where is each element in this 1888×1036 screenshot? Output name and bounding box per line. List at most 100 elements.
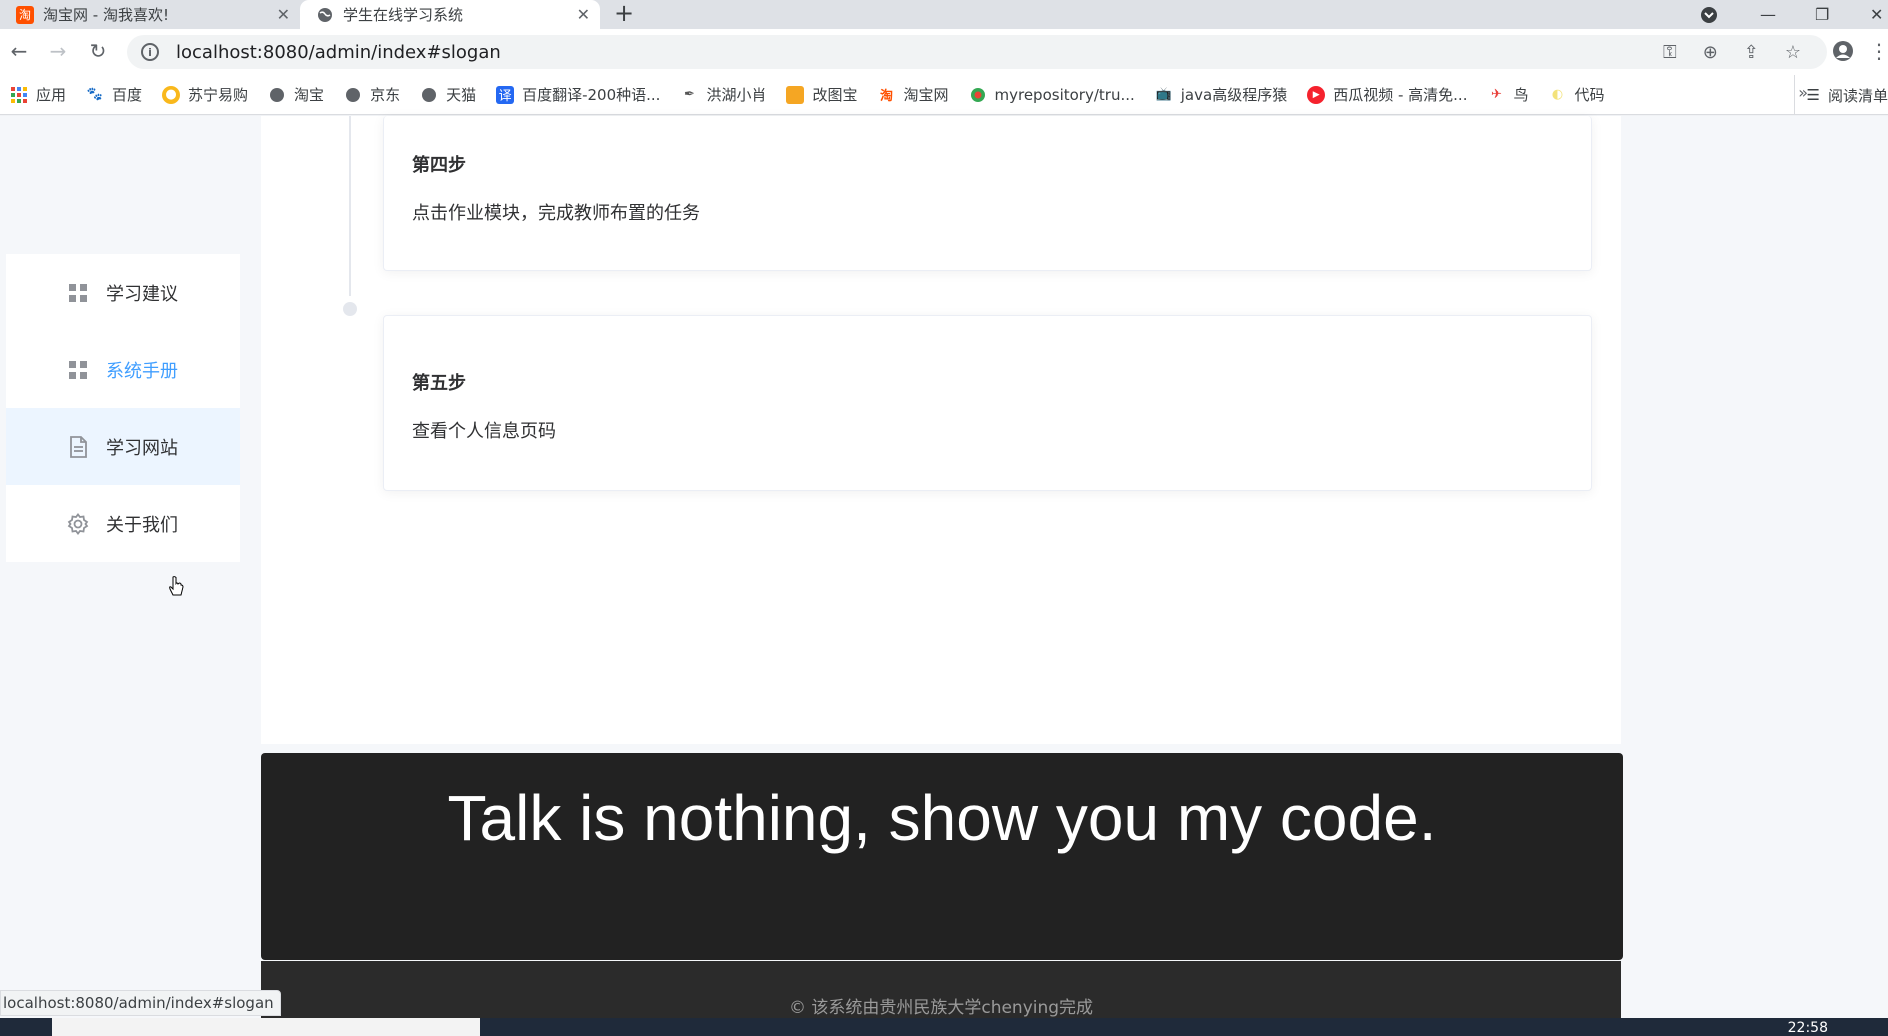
bookmark-myrepository[interactable]: myrepository/tru... [969, 86, 1135, 104]
bookmark-label: 应用 [36, 86, 67, 104]
timeline-card-step5: 第五步 查看个人信息页码 [383, 315, 1592, 491]
globe-icon [344, 86, 362, 104]
sidebar-item-about-us[interactable]: 关于我们 [6, 485, 240, 562]
sidebar-menu: 学习建议 系统手册 学习网站 关于我们 [6, 254, 240, 562]
bookmark-gaitubao[interactable]: 改图宝 [786, 84, 857, 105]
bookmark-label: 苏宁易购 [188, 86, 249, 104]
reading-list-label: 阅读清单 [1827, 86, 1888, 105]
document-icon [66, 435, 90, 459]
bookmark-bird[interactable]: ✈ 鸟 [1487, 84, 1528, 105]
page-content: 学习建议 系统手册 学习网站 关于我们 第四步 点击作业模块，完成教师布置的任务… [0, 116, 1888, 1036]
play-icon: ▶ [1307, 85, 1326, 104]
bookmark-label: 鸟 [1513, 86, 1529, 104]
bookmark-java[interactable]: 📺 java高级程序猿 [1155, 84, 1288, 105]
new-tab-button[interactable]: + [614, 0, 634, 29]
menu-kebab-icon[interactable]: ⋮ [1866, 38, 1888, 64]
taobao-icon: 淘 [879, 89, 893, 104]
slogan-banner: Talk is nothing, show you my code. [261, 753, 1623, 960]
star-icon[interactable]: ☆ [1785, 42, 1801, 63]
timeline-line [349, 116, 351, 296]
sidebar-item-label: 系统手册 [106, 360, 178, 382]
taobao-favicon-icon: 淘 [16, 5, 34, 24]
close-tab-icon[interactable]: ✕ [277, 5, 290, 24]
code-icon: ◐ [1551, 87, 1564, 102]
tab-title: 淘宝网 - 淘我喜欢! [43, 6, 169, 24]
key-icon[interactable]: ⚿ [1663, 42, 1677, 63]
bookmark-baidu-translate[interactable]: 译百度翻译-200种语... [496, 84, 660, 105]
bookmark-code[interactable]: ◐ 代码 [1548, 84, 1605, 105]
minimize-icon[interactable]: — [1760, 0, 1776, 29]
apps-grid-icon [10, 86, 28, 104]
globe-favicon-icon [316, 6, 334, 24]
zoom-icon[interactable]: ⊕ [1703, 42, 1718, 63]
grid-icon [66, 358, 90, 382]
reload-icon[interactable]: ↻ [85, 38, 111, 64]
sidebar-item-learning-sites[interactable]: 学习网站 [6, 408, 240, 485]
sidebar-item-study-advice[interactable]: 学习建议 [6, 254, 240, 331]
bird-icon: ✈ [1491, 87, 1502, 102]
globe-icon [420, 86, 438, 104]
site-info-icon[interactable]: i [141, 43, 159, 61]
bookmark-label: 京东 [370, 86, 401, 104]
timeline-card-step4: 第四步 点击作业模块，完成教师布置的任务 [383, 116, 1592, 271]
back-arrow-icon[interactable]: ← [6, 38, 32, 64]
forward-arrow-icon[interactable]: → [45, 38, 71, 64]
mouse-pointer-icon [169, 576, 184, 596]
sidebar-item-label: 关于我们 [106, 514, 178, 536]
browser-tab-bar: 淘 淘宝网 - 淘我喜欢! ✕ 学生在线学习系统 ✕ + — ❐ ✕ [0, 0, 1888, 29]
taskbar-search-field[interactable] [52, 1018, 480, 1036]
bookmark-label: 西瓜视频 - 高清免... [1333, 86, 1468, 104]
tab-taobao[interactable]: 淘 淘宝网 - 淘我喜欢! ✕ [0, 0, 300, 29]
reading-list-button[interactable]: ☰ 阅读清单 [1793, 75, 1888, 114]
bookmark-label: 淘宝 [294, 86, 325, 104]
step-title: 第五步 [412, 373, 466, 394]
grid-icon [66, 281, 90, 305]
omnibox-actions: ⚿ ⊕ ⇪ ☆ [1663, 42, 1801, 63]
sidebar-item-system-manual[interactable]: 系统手册 [6, 331, 240, 408]
os-taskbar: 22:58 [0, 1018, 1888, 1036]
step-description: 查看个人信息页码 [412, 421, 556, 442]
pen-icon: ✒ [684, 87, 695, 102]
step-description: 点击作业模块，完成教师布置的任务 [412, 203, 700, 224]
baidu-paw-icon: 🐾 [86, 87, 104, 102]
reading-list-icon: ☰ [1806, 86, 1820, 104]
browser-toolbar: ← → ↻ i localhost:8080/admin/index#sloga… [0, 29, 1888, 75]
taskbar-clock: 22:58 [1787, 1020, 1828, 1036]
gear-icon [66, 512, 90, 536]
repo-icon [969, 86, 987, 104]
close-window-icon[interactable]: ✕ [1870, 0, 1883, 29]
address-bar[interactable]: i localhost:8080/admin/index#slogan [127, 35, 1827, 69]
tab-search-icon[interactable] [1700, 0, 1718, 29]
bookmark-label: 淘宝网 [903, 86, 949, 104]
translate-icon: 译 [496, 85, 515, 104]
close-tab-icon[interactable]: ✕ [577, 5, 590, 24]
step-title: 第四步 [412, 155, 466, 176]
timeline-dot [343, 302, 357, 316]
bookmark-xigua[interactable]: ▶ 西瓜视频 - 高清免... [1307, 84, 1467, 105]
bookmark-suning[interactable]: ● 苏宁易购 [162, 84, 248, 105]
bookmark-label: 百度 [112, 86, 143, 104]
bookmark-jd[interactable]: 京东 [344, 84, 400, 105]
sidebar-item-label: 学习建议 [106, 283, 178, 305]
slogan-text: Talk is nothing, show you my code. [447, 782, 1437, 854]
bookmark-honghu[interactable]: ✒ 洪湖小肖 [680, 84, 766, 105]
bookmark-label: java高级程序猿 [1180, 86, 1288, 104]
bookmark-label: 天猫 [446, 86, 477, 104]
status-url-bubble: localhost:8080/admin/index#slogan [0, 990, 281, 1016]
bookmark-apps[interactable]: 应用 [10, 84, 66, 105]
status-url-text: localhost:8080/admin/index#slogan [3, 994, 274, 1012]
image-icon [786, 85, 805, 104]
restore-icon[interactable]: ❐ [1815, 0, 1829, 29]
bookmark-label: 改图宝 [812, 86, 858, 104]
share-icon[interactable]: ⇪ [1744, 42, 1759, 63]
bookmark-taobao[interactable]: 淘宝 [268, 84, 324, 105]
bookmark-label: 洪湖小肖 [706, 86, 767, 104]
profile-avatar-icon[interactable] [1830, 38, 1856, 64]
tab-learning-system[interactable]: 学生在线学习系统 ✕ [300, 0, 600, 29]
bookmark-taobaowang[interactable]: 淘淘宝网 [877, 84, 949, 105]
bookmark-baidu[interactable]: 🐾 百度 [86, 84, 142, 105]
main-panel: 第四步 点击作业模块，完成教师布置的任务 第五步 查看个人信息页码 [261, 116, 1621, 744]
bookmark-tmall[interactable]: 天猫 [420, 84, 476, 105]
suning-icon: ● [162, 85, 181, 104]
sidebar-item-label: 学习网站 [106, 437, 178, 459]
